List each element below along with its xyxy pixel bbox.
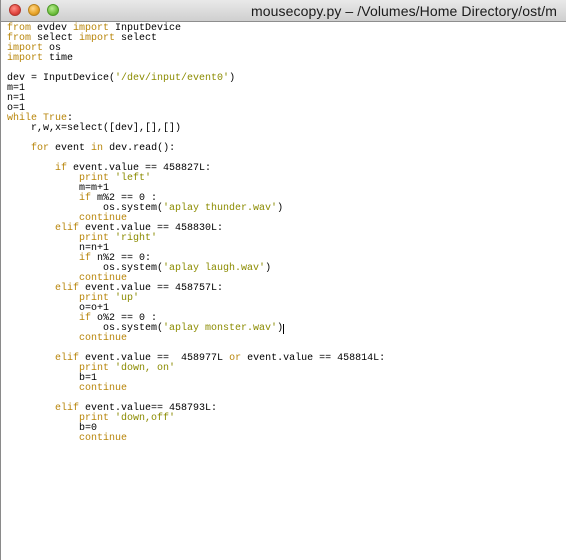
code-keyword: import [79, 33, 116, 44]
title-bar[interactable]: mousecopy.py – /Volumes/Home Directory/o… [1, 0, 566, 22]
code-token: ) [229, 73, 236, 84]
code-string: '/dev/input/event0' [115, 73, 230, 84]
code-keyword: or [229, 353, 242, 364]
code-string: 'down,off' [115, 413, 176, 424]
code-string: 'down, on' [115, 363, 176, 374]
code-line: import os [7, 44, 566, 54]
code-line: continue [7, 334, 566, 344]
code-keyword: continue [79, 333, 128, 344]
code-line: o=1 [7, 104, 566, 114]
code-keyword: import [7, 53, 44, 64]
code-token: ) [265, 263, 272, 274]
code-token: select [115, 33, 158, 44]
code-string: 'up' [115, 293, 140, 304]
code-line: for event in dev.read(): [7, 144, 566, 154]
code-string: 'left' [115, 173, 152, 184]
code-token: dev.read(): [103, 143, 176, 154]
code-line: m=1 [7, 84, 566, 94]
code-token: event.value == 458814L: [241, 353, 386, 364]
code-line: continue [7, 434, 566, 444]
minimize-icon[interactable] [28, 4, 40, 16]
window-title: mousecopy.py – /Volumes/Home Directory/o… [251, 3, 558, 19]
window-controls [9, 4, 66, 17]
code-string: 'right' [115, 233, 158, 244]
code-keyword: continue [79, 383, 128, 394]
code-keyword: continue [79, 433, 128, 444]
editor-window: mousecopy.py – /Volumes/Home Directory/o… [0, 0, 566, 560]
code-line: r,w,x=select([dev],[],[]) [7, 124, 566, 134]
code-string: 'aplay laugh.wav' [163, 263, 266, 274]
text-cursor [283, 324, 285, 334]
code-token: ) [277, 203, 284, 214]
zoom-icon[interactable] [47, 4, 59, 16]
code-keyword: in [91, 143, 104, 154]
code-token: event [49, 143, 92, 154]
code-line: dev = InputDevice('/dev/input/event0') [7, 74, 566, 84]
code-string: 'aplay thunder.wav' [163, 203, 278, 214]
code-editor[interactable]: from evdev import InputDevice from select… [1, 22, 566, 560]
code-line: n=1 [7, 94, 566, 104]
code-token: time [43, 53, 74, 64]
code-line: from select import select [7, 34, 566, 44]
code-line: continue [7, 384, 566, 394]
code-keyword: for [31, 143, 50, 154]
code-string: 'aplay monster.wav' [163, 323, 278, 334]
code-line: import time [7, 54, 566, 64]
close-icon[interactable] [9, 4, 21, 16]
code-token: r,w,x=select([dev],[],[]) [7, 123, 182, 134]
